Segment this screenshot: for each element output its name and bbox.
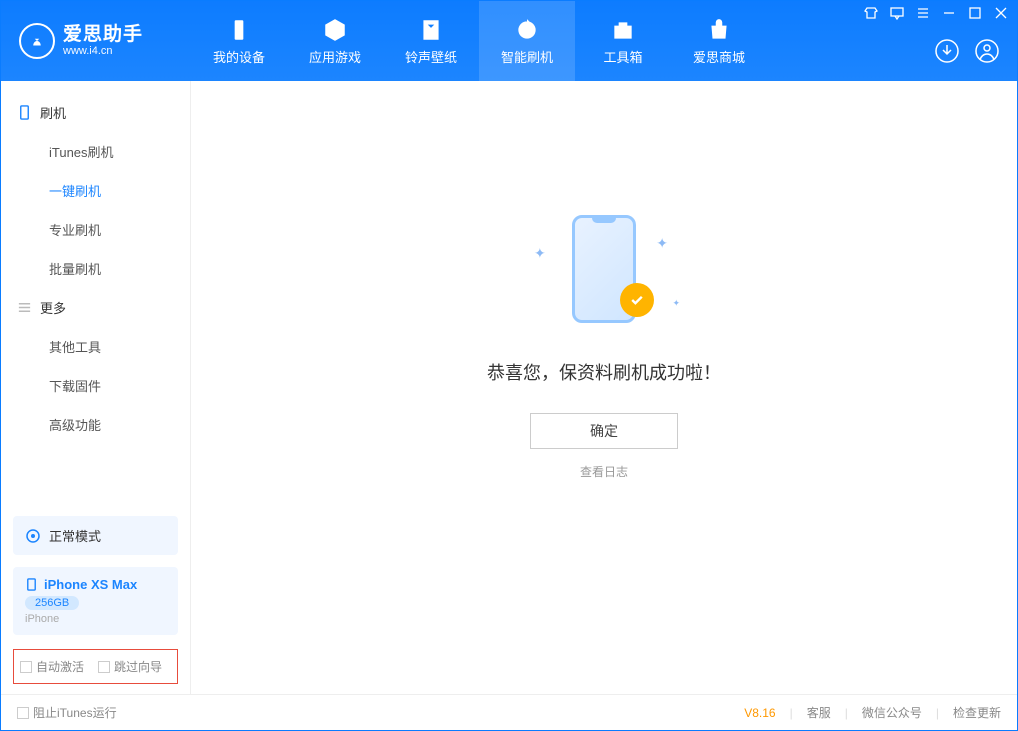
version-label: V8.16: [744, 706, 775, 720]
download-icon[interactable]: [934, 38, 960, 64]
sidebar-item-batch[interactable]: 批量刷机: [1, 249, 190, 288]
sidebar-item-advanced[interactable]: 高级功能: [1, 405, 190, 444]
tab-ringtones-label: 铃声壁纸: [405, 47, 457, 66]
skin-icon[interactable]: [864, 6, 878, 20]
main-tabs: 我的设备 应用游戏 铃声壁纸 智能刷机 工具箱 爱思商城: [191, 1, 767, 81]
checkbox-box: [17, 707, 29, 719]
sidebar-item-pro[interactable]: 专业刷机: [1, 210, 190, 249]
sidebar: 刷机 iTunes刷机 一键刷机 专业刷机 批量刷机 更多 其他工具 下载固件 …: [1, 81, 191, 694]
maximize-icon[interactable]: [968, 6, 982, 20]
device-name: iPhone XS Max: [25, 577, 166, 592]
sidebar-item-oneclick[interactable]: 一键刷机: [1, 171, 190, 210]
window-controls: [864, 6, 1008, 20]
device-icon: [25, 578, 38, 591]
device-box[interactable]: iPhone XS Max 256GB iPhone: [13, 567, 178, 635]
device-type: iPhone: [25, 613, 166, 625]
tab-apps-label: 应用游戏: [309, 47, 361, 66]
tab-device[interactable]: 我的设备: [191, 1, 287, 81]
tab-store-label: 爱思商城: [693, 47, 745, 66]
tab-flash[interactable]: 智能刷机: [479, 1, 575, 81]
sparkle-icon: ✦: [656, 235, 668, 252]
sparkle-icon: ✦: [534, 245, 546, 262]
wechat-link[interactable]: 微信公众号: [862, 704, 922, 721]
menu-icon[interactable]: [916, 6, 930, 20]
user-icon[interactable]: [974, 38, 1000, 64]
titlebar: 爱思助手 www.i4.cn 我的设备 应用游戏 铃声壁纸 智能刷机 工具箱 爱…: [1, 1, 1017, 81]
checkbox-skip-guide[interactable]: 跳过向导: [98, 658, 162, 675]
checkbox-box: [20, 661, 32, 673]
tab-toolbox[interactable]: 工具箱: [575, 1, 671, 81]
sidebar-section-flash: 刷机: [1, 93, 190, 132]
ok-button[interactable]: 确定: [530, 413, 678, 449]
tab-store[interactable]: 爱思商城: [671, 1, 767, 81]
mode-box[interactable]: 正常模式: [13, 516, 178, 555]
sidebar-item-itunes[interactable]: iTunes刷机: [1, 132, 190, 171]
update-link[interactable]: 检查更新: [953, 704, 1001, 721]
mode-icon: [25, 528, 41, 544]
sidebar-item-firmware[interactable]: 下载固件: [1, 366, 190, 405]
check-badge-icon: [620, 283, 654, 317]
checkbox-label: 跳过向导: [114, 658, 162, 675]
device-capacity: 256GB: [25, 596, 79, 610]
tab-ringtones[interactable]: 铃声壁纸: [383, 1, 479, 81]
options-row: 自动激活 跳过向导: [13, 649, 178, 684]
footer: 阻止iTunes运行 V8.16 | 客服 | 微信公众号 | 检查更新: [1, 694, 1017, 730]
feedback-icon[interactable]: [890, 6, 904, 20]
header-right-icons: [934, 38, 1000, 64]
sidebar-section-more: 更多: [1, 288, 190, 327]
list-icon: [17, 300, 32, 315]
checkbox-label: 阻止iTunes运行: [33, 704, 117, 721]
support-link[interactable]: 客服: [807, 704, 831, 721]
phone-icon: [17, 105, 32, 120]
sidebar-item-other[interactable]: 其他工具: [1, 327, 190, 366]
logo-area: 爱思助手 www.i4.cn: [1, 23, 191, 59]
tab-apps[interactable]: 应用游戏: [287, 1, 383, 81]
checkbox-label: 自动激活: [36, 658, 84, 675]
minimize-icon[interactable]: [942, 6, 956, 20]
logo-icon: [19, 23, 55, 59]
content-area: ✦ ✦ ✦ 恭喜您，保资料刷机成功啦！ 确定 查看日志: [191, 81, 1017, 694]
checkbox-box: [98, 661, 110, 673]
logo-title: 爱思助手: [63, 25, 143, 46]
checkbox-block-itunes[interactable]: 阻止iTunes运行: [17, 704, 117, 721]
close-icon[interactable]: [994, 6, 1008, 20]
view-log-link[interactable]: 查看日志: [580, 463, 628, 480]
tab-flash-label: 智能刷机: [501, 47, 553, 66]
footer-right: V8.16 | 客服 | 微信公众号 | 检查更新: [744, 704, 1001, 721]
checkbox-auto-activate[interactable]: 自动激活: [20, 658, 84, 675]
success-illustration: ✦ ✦ ✦: [534, 215, 674, 335]
success-message: 恭喜您，保资料刷机成功啦！: [487, 359, 721, 385]
tab-device-label: 我的设备: [213, 47, 265, 66]
logo-subtitle: www.i4.cn: [63, 45, 143, 57]
sparkle-icon: ✦: [672, 298, 680, 309]
tab-toolbox-label: 工具箱: [603, 47, 642, 66]
mode-label: 正常模式: [49, 526, 101, 545]
